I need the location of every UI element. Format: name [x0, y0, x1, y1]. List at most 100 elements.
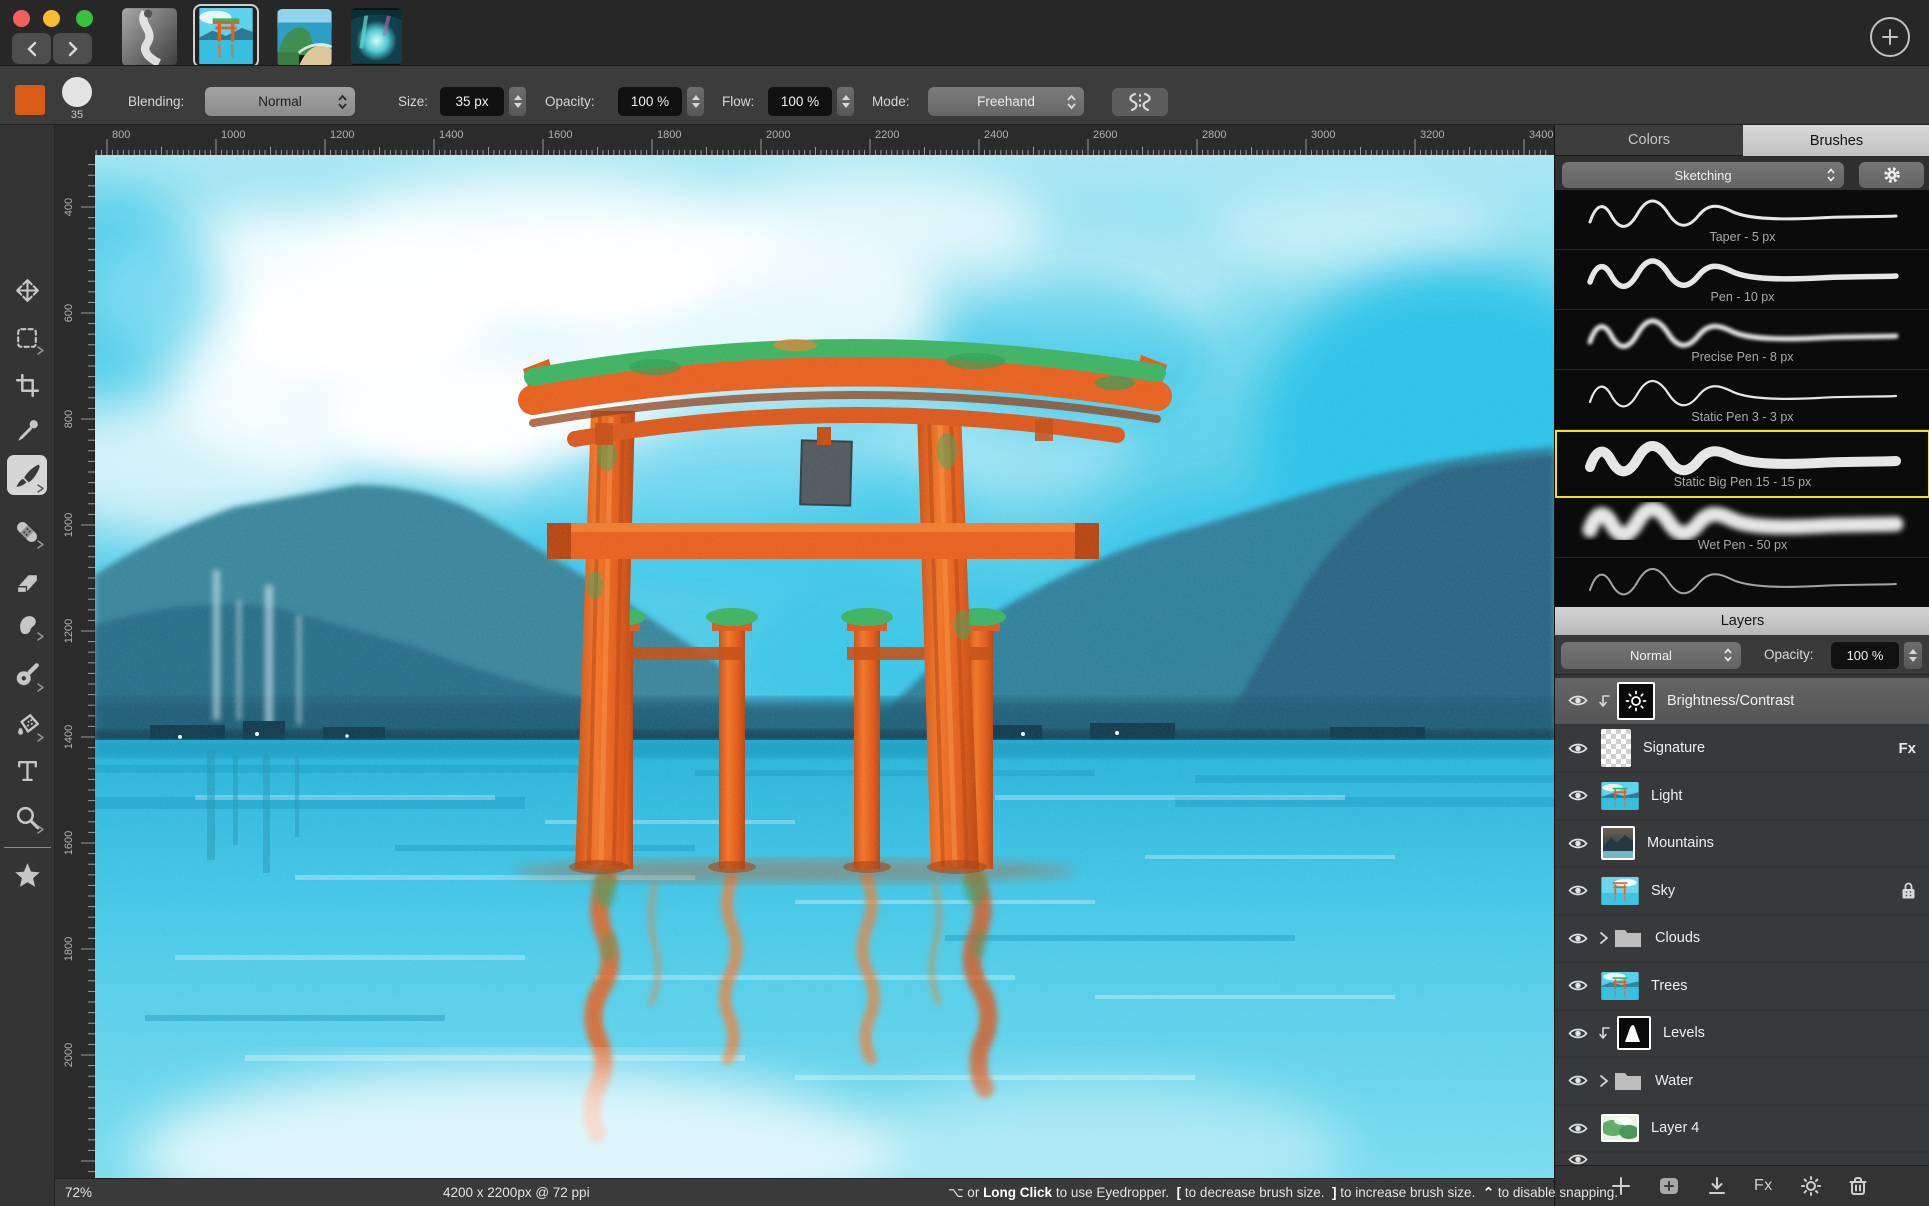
fx-badge[interactable]: Fx	[1898, 740, 1916, 757]
layer-row-sky[interactable]: Sky	[1555, 868, 1929, 914]
opacity-stepper[interactable]	[687, 87, 704, 116]
tool-flood-fill[interactable]	[7, 706, 47, 744]
forward-button[interactable]	[53, 33, 92, 64]
brush-color-swatch[interactable]	[15, 85, 45, 115]
layer-thumbnail[interactable]	[1601, 782, 1639, 810]
mode-select[interactable]: Freehand	[928, 87, 1084, 116]
tool-crop[interactable]	[7, 366, 47, 404]
brush-label: Static Pen 3 - 3 px	[1691, 410, 1793, 424]
add-adjustment-button[interactable]	[1800, 1175, 1822, 1197]
layer-row-brightness-contrast[interactable]: Brightness/Contrast	[1555, 678, 1929, 724]
layer-blend-mode-select[interactable]: Normal	[1561, 642, 1741, 669]
svg-text:1200: 1200	[63, 619, 75, 643]
tool-healing-brush[interactable]	[7, 513, 47, 551]
adjustment-thumbnail[interactable]	[1617, 682, 1655, 720]
canvas-torii-painting[interactable]	[95, 155, 1554, 1178]
brush-item[interactable]: Precise Pen - 8 px	[1555, 310, 1929, 370]
adjustment-thumbnail[interactable]	[1617, 1016, 1651, 1050]
layer-opacity-stepper[interactable]	[1904, 642, 1922, 669]
size-stepper[interactable]	[509, 87, 526, 116]
brush-item[interactable]: Wet Pen - 50 px	[1555, 498, 1929, 558]
tool-dodge[interactable]	[7, 656, 47, 694]
brush-settings-button[interactable]	[1859, 162, 1924, 188]
layer-thumbnail[interactable]	[1601, 877, 1639, 905]
document-thumbnail-coastline[interactable]	[277, 9, 332, 66]
document-thumbnail-figure-study[interactable]	[122, 8, 177, 66]
tool-move[interactable]	[7, 271, 47, 309]
layer-thumbnail[interactable]	[1601, 972, 1639, 1000]
layer-row-trees[interactable]: Trees	[1555, 963, 1929, 1009]
tab-brushes[interactable]: Brushes	[1743, 125, 1929, 156]
tool-zoom[interactable]	[7, 798, 47, 836]
close-window-button[interactable]	[13, 10, 30, 27]
layer-row-clouds-group[interactable]: Clouds	[1555, 916, 1929, 962]
layer-row-mountains[interactable]: Mountains	[1555, 821, 1929, 867]
visibility-eye-icon[interactable]	[1563, 1153, 1593, 1165]
zoom-window-button[interactable]	[76, 10, 93, 27]
layer-thumbnail[interactable]	[1601, 1114, 1639, 1142]
tool-text[interactable]	[7, 751, 47, 789]
tool-erase[interactable]	[7, 561, 47, 599]
layer-row-levels[interactable]: Levels	[1555, 1011, 1929, 1057]
flow-input[interactable]: 100 %	[768, 87, 832, 116]
lock-icon[interactable]	[1901, 881, 1916, 900]
minimize-window-button[interactable]	[43, 10, 60, 27]
layer-row-partial[interactable]	[1555, 1153, 1929, 1165]
layer-opacity-input[interactable]: 100 %	[1831, 642, 1899, 669]
back-button[interactable]	[12, 33, 51, 64]
visibility-eye-icon[interactable]	[1563, 930, 1593, 947]
brush-category-select[interactable]: Sketching	[1562, 162, 1844, 188]
layer-row-layer-4[interactable]: Layer 4	[1555, 1106, 1929, 1152]
stabiliser-toggle[interactable]	[1112, 88, 1168, 116]
expand-chevron-icon[interactable]	[1595, 1074, 1613, 1088]
brush-item[interactable]: Static Pen 3 - 3 px	[1555, 370, 1929, 430]
new-document-button[interactable]	[1870, 17, 1910, 57]
tool-color-picker[interactable]	[7, 411, 47, 449]
document-thumbnail-torii-painting-active[interactable]	[193, 4, 259, 68]
tool-smudge[interactable]	[7, 605, 47, 643]
eraser-icon	[14, 567, 41, 594]
flow-stepper[interactable]	[837, 87, 854, 116]
visibility-eye-icon[interactable]	[1563, 977, 1593, 994]
layer-row-signature[interactable]: Signature Fx	[1555, 726, 1929, 772]
opacity-label: Opacity:	[545, 94, 595, 109]
brush-item-partial[interactable]	[1555, 558, 1929, 605]
up-down-chevron-icon	[337, 93, 348, 111]
torii-mini-image	[1601, 972, 1639, 1000]
tool-marquee-select[interactable]	[7, 319, 47, 357]
greenery-mini-image	[1603, 1116, 1637, 1140]
tool-star-favorites[interactable]	[7, 856, 47, 894]
visibility-eye-icon[interactable]	[1563, 1025, 1593, 1042]
brush-item[interactable]: Taper - 5 px	[1555, 190, 1929, 250]
visibility-eye-icon[interactable]	[1563, 1072, 1593, 1089]
visibility-eye-icon[interactable]	[1563, 835, 1593, 852]
size-label: Size:	[398, 94, 428, 109]
layer-row-water-group[interactable]: Water	[1555, 1058, 1929, 1104]
svg-text:800: 800	[63, 410, 75, 428]
layer-thumbnail[interactable]	[1601, 826, 1635, 860]
visibility-eye-icon[interactable]	[1563, 882, 1593, 899]
delete-layer-button[interactable]	[1849, 1176, 1867, 1196]
visibility-eye-icon[interactable]	[1563, 1120, 1593, 1137]
blending-select[interactable]: Normal	[205, 87, 355, 116]
expand-chevron-icon[interactable]	[1595, 931, 1613, 945]
opacity-input[interactable]: 100 %	[618, 87, 682, 116]
status-bar: 72% 4200 x 2200px @ 72 ppi ⌥ or Long Cli…	[55, 1178, 1554, 1206]
merge-down-button[interactable]	[1707, 1176, 1727, 1196]
up-down-chevron-icon	[1723, 647, 1733, 663]
layer-row-light[interactable]: Light	[1555, 773, 1929, 819]
svg-text:1000: 1000	[221, 129, 245, 141]
tool-paint-brush-selected[interactable]	[7, 455, 47, 495]
tab-colors[interactable]: Colors	[1555, 125, 1743, 156]
brush-item[interactable]: Pen - 10 px	[1555, 250, 1929, 310]
visibility-eye-icon[interactable]	[1563, 692, 1593, 709]
transparent-layer-thumbnail[interactable]	[1601, 729, 1631, 767]
brush-item-selected[interactable]: Static Big Pen 15 - 15 px	[1555, 430, 1929, 498]
size-input[interactable]: 35 px	[440, 87, 504, 116]
document-thumbnail-cave-waterfall[interactable]	[351, 8, 402, 66]
layer-effects-button[interactable]: Fx	[1754, 1177, 1773, 1195]
visibility-eye-icon[interactable]	[1563, 787, 1593, 804]
layer-name: Trees	[1651, 978, 1688, 994]
add-group-button[interactable]	[1658, 1176, 1680, 1196]
visibility-eye-icon[interactable]	[1563, 740, 1593, 757]
